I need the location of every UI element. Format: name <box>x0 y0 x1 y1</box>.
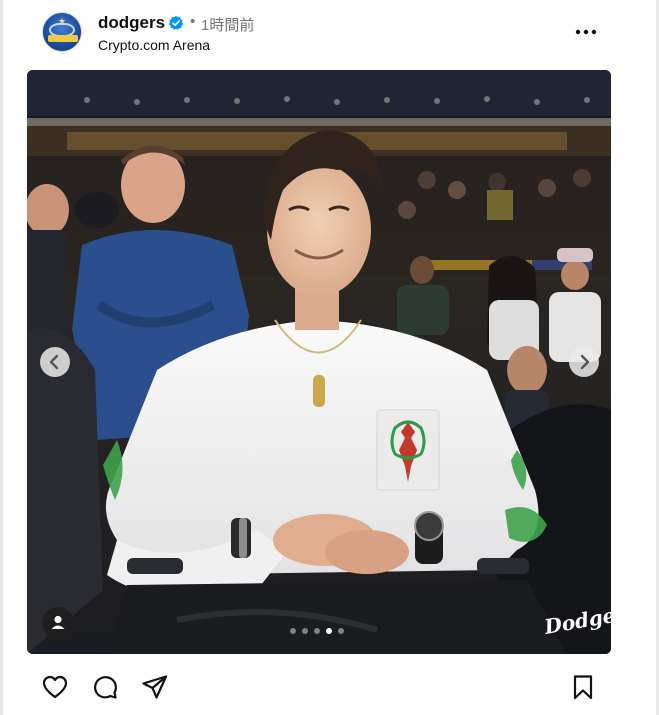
chevron-left-icon <box>49 354 59 370</box>
post-timestamp[interactable]: 1時間前 <box>201 14 254 35</box>
chevron-right-icon <box>580 354 590 370</box>
tagged-users-button[interactable] <box>42 607 74 639</box>
post-header: ★ dodgers • 1時間前 Crypto.com Arena <box>0 0 659 68</box>
carousel-dot <box>338 628 344 634</box>
next-photo-button[interactable] <box>569 347 599 377</box>
post-photo[interactable]: Dodgers <box>27 70 611 654</box>
window-border-left <box>0 0 3 715</box>
previous-photo-button[interactable] <box>40 347 70 377</box>
carousel-dot <box>290 628 296 634</box>
user-tag-icon <box>51 615 65 629</box>
champions-banner-icon <box>48 35 78 42</box>
more-options-icon[interactable] <box>572 24 600 40</box>
carousel-dot <box>314 628 320 634</box>
arena-photo-image <box>27 70 611 654</box>
username-link[interactable]: dodgers <box>98 13 165 33</box>
carousel-dot-active <box>326 628 332 634</box>
instagram-post: ★ dodgers • 1時間前 Crypto.com Arena Dodger… <box>0 0 659 715</box>
share-icon[interactable] <box>140 672 170 702</box>
carousel-dot <box>302 628 308 634</box>
verified-badge-icon <box>168 15 184 30</box>
carousel-indicator <box>290 628 352 636</box>
separator-dot: • <box>190 13 196 30</box>
post-action-bar <box>0 664 659 708</box>
profile-avatar[interactable]: ★ <box>42 12 82 52</box>
comment-icon[interactable] <box>90 672 120 702</box>
location-link[interactable]: Crypto.com Arena <box>98 37 210 53</box>
heart-icon[interactable] <box>40 672 70 702</box>
bookmark-icon[interactable] <box>568 672 598 702</box>
